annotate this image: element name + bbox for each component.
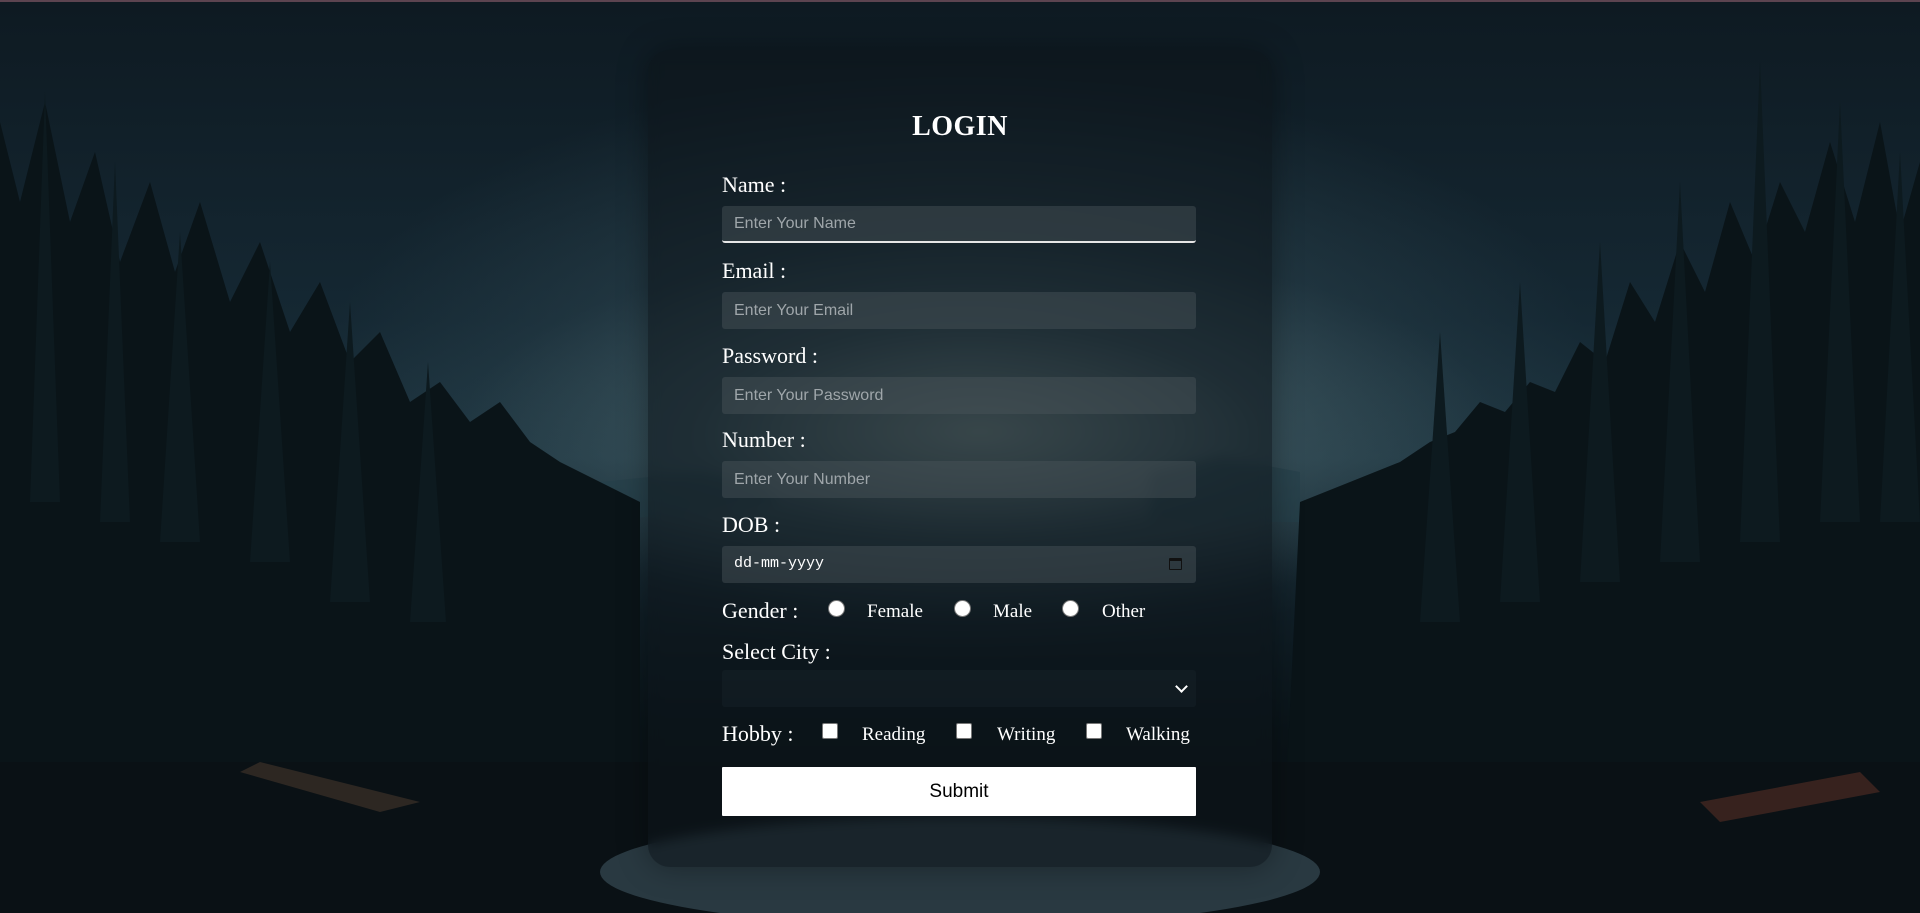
submit-button[interactable]: Submit — [722, 767, 1196, 816]
chevron-down-icon — [1175, 680, 1188, 693]
gender-male-radio[interactable] — [954, 600, 971, 617]
calendar-icon[interactable] — [1169, 558, 1182, 570]
email-input[interactable] — [722, 292, 1196, 329]
name-label: Name : — [722, 172, 787, 197]
hobby-walking-label: Walking — [1126, 724, 1190, 745]
number-label: Number : — [722, 427, 806, 452]
number-input[interactable] — [722, 461, 1196, 498]
hobby-label: Hobby : — [722, 721, 794, 746]
gender-other-label: Other — [1102, 601, 1146, 622]
login-card: LOGIN Name : Email : Password : Number :… — [648, 50, 1272, 867]
form-title: LOGIN — [912, 111, 1008, 142]
city-select[interactable] — [722, 670, 1196, 707]
gender-female-radio[interactable] — [828, 600, 845, 617]
password-input[interactable] — [722, 377, 1196, 414]
email-label: Email : — [722, 258, 787, 283]
hobby-writing-checkbox[interactable] — [956, 723, 972, 739]
gender-label: Gender : — [722, 598, 799, 623]
hobby-writing-label: Writing — [997, 724, 1056, 745]
hobby-reading-checkbox[interactable] — [822, 723, 838, 739]
gender-female-label: Female — [867, 601, 923, 622]
dob-value: dd-mm-yyyy — [734, 555, 825, 572]
name-input[interactable] — [722, 206, 1196, 243]
gender-male-label: Male — [993, 601, 1033, 622]
hobby-walking-checkbox[interactable] — [1086, 723, 1102, 739]
dob-label: DOB : — [722, 512, 781, 537]
city-label: Select City : — [722, 639, 831, 664]
hobby-reading-label: Reading — [862, 724, 926, 745]
dob-date-input[interactable]: dd-mm-yyyy — [722, 546, 1196, 583]
password-label: Password : — [722, 343, 818, 368]
gender-other-radio[interactable] — [1062, 600, 1079, 617]
